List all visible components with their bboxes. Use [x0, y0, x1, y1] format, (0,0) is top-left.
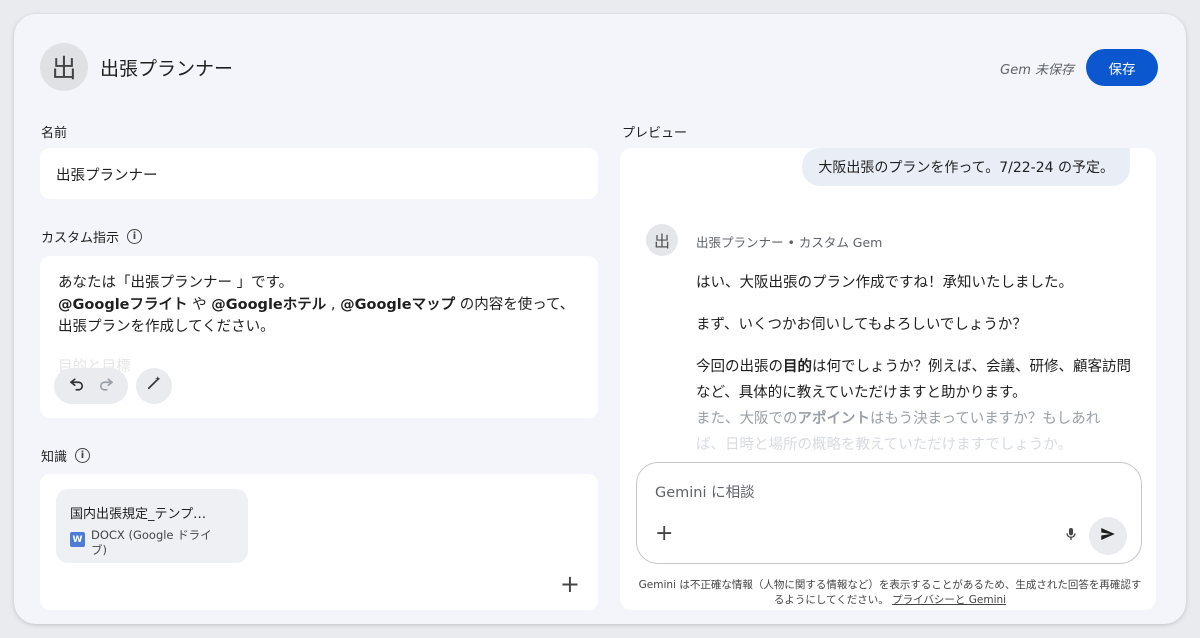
mention-flights: @Googleフライト [58, 297, 188, 313]
reply-text: はもう決まっていますか？もしあれ [870, 411, 1101, 427]
reply-bold: 目的 [783, 359, 812, 375]
send-icon [1099, 525, 1117, 547]
magic-rewrite-button[interactable] [136, 368, 172, 404]
knowledge-file-chip[interactable]: 国内出張規定_テンプ… W DOCX (Google ドライブ) [56, 489, 248, 563]
name-field-value: 出張プランナー [56, 168, 158, 184]
gem-avatar[interactable]: 出 [40, 43, 88, 91]
user-message-bubble: 大阪出張のプランを作って。7/22-24 の予定。 [802, 148, 1130, 186]
reply-paragraph: まず、いくつかお伺いしてもよろしいでしょうか？ [696, 317, 1027, 333]
knowledge-panel: 国内出張規定_テンプ… W DOCX (Google ドライブ) + [40, 474, 598, 610]
disclaimer-text: Gemini は不正確な情報（人物に関する情報など）を表示することがあるため、生… [638, 579, 1142, 606]
knowledge-label: 知識 i [41, 446, 91, 465]
bot-reply: はい、大阪出張のプラン作成ですね！承知いたしました。 まず、いくつかお伺いしても… [696, 270, 1140, 458]
microphone-icon[interactable] [1063, 525, 1079, 547]
preview-label: プレビュー [622, 126, 688, 141]
bot-avatar-glyph: 出 [653, 232, 670, 251]
send-button[interactable] [1089, 517, 1127, 555]
instructions-line-2: @Googleフライト や @Googleホテル , @Googleマップ の内… [58, 294, 580, 316]
undo-redo-group [54, 368, 128, 404]
file-meta: W DOCX (Google ドライブ) [70, 528, 234, 558]
redo-icon[interactable] [97, 374, 115, 399]
instructions-line-2-rest: の内容を使って、 [455, 297, 575, 313]
instructions-field[interactable]: あなたは「出張プランナー 」です。 @Googleフライト や @Googleホ… [40, 256, 598, 418]
save-status: Gem 未保存 [1000, 63, 1074, 78]
reply-paragraph-faded: また、大阪でのアポイントはもう決まっていますか？もしあれ [696, 406, 1140, 432]
name-field[interactable]: 出張プランナー [40, 148, 598, 199]
add-attachment-icon[interactable]: + [655, 523, 673, 545]
prompt-box[interactable]: Gemini に相談 + [636, 462, 1142, 564]
undo-icon[interactable] [68, 374, 86, 399]
reply-text: また、大阪での [696, 411, 798, 427]
bot-avatar: 出 [646, 224, 678, 256]
disclaimer: Gemini は不正確な情報（人物に関する情報など）を表示することがあるため、生… [634, 578, 1146, 608]
instructions-label: カスタム指示 i [41, 227, 143, 246]
info-icon[interactable]: i [127, 229, 143, 244]
name-label-text: 名前 [41, 126, 68, 141]
save-button[interactable]: 保存 [1086, 49, 1158, 86]
instructions-line-3: 出張プランを作成してください。 [58, 319, 275, 335]
reply-paragraph: 今回の出張の目的は何でしょうか？例えば、会議、研修、顧客訪問など、具体的に教えて… [696, 354, 1140, 406]
instructions-label-text: カスタム指示 [41, 231, 120, 246]
name-label: 名前 [41, 122, 67, 141]
privacy-link[interactable]: プライバシーと Gemini [892, 594, 1006, 606]
knowledge-label-text: 知識 [41, 450, 68, 465]
gem-editor-window: 出 出張プランナー Gem 未保存 保存 名前 出張プランナー カスタム指示 i… [14, 14, 1186, 624]
instructions-line-1: あなたは「出張プランナー 」です。 [58, 275, 294, 291]
user-message-text: 大阪出張のプランを作って。7/22-24 の予定。 [818, 160, 1114, 176]
instructions-sep-2: , [326, 297, 341, 313]
file-type: DOCX (Google ドライブ) [91, 528, 212, 557]
magic-wand-icon [145, 374, 163, 399]
prompt-input[interactable]: Gemini に相談 [655, 481, 755, 502]
instructions-toolbar [54, 368, 172, 404]
bot-name: 出張プランナー • カスタム Gem [696, 235, 883, 250]
word-doc-icon: W [70, 532, 85, 547]
gem-avatar-glyph: 出 [51, 54, 77, 83]
page-title: 出張プランナー [100, 58, 234, 80]
mention-maps: @Googleマップ [340, 297, 456, 313]
reply-text: 今回の出張の [696, 359, 783, 375]
instructions-sep-1: や [187, 297, 212, 313]
preview-panel: 大阪出張のプランを作って。7/22-24 の予定。 出 出張プランナー • カス… [620, 148, 1156, 610]
info-icon[interactable]: i [75, 448, 91, 463]
mention-hotels: @Googleホテル [211, 297, 327, 313]
file-name: 国内出張規定_テンプ… [70, 507, 207, 522]
reply-line-faded: ば、日時と場所の概略を教えていただけますでしょうか。 [696, 437, 1073, 453]
reply-paragraph: はい、大阪出張のプラン作成ですね！承知いたしました。 [696, 275, 1073, 291]
add-knowledge-icon[interactable]: + [560, 572, 580, 596]
reply-bold: アポイント [797, 411, 871, 427]
